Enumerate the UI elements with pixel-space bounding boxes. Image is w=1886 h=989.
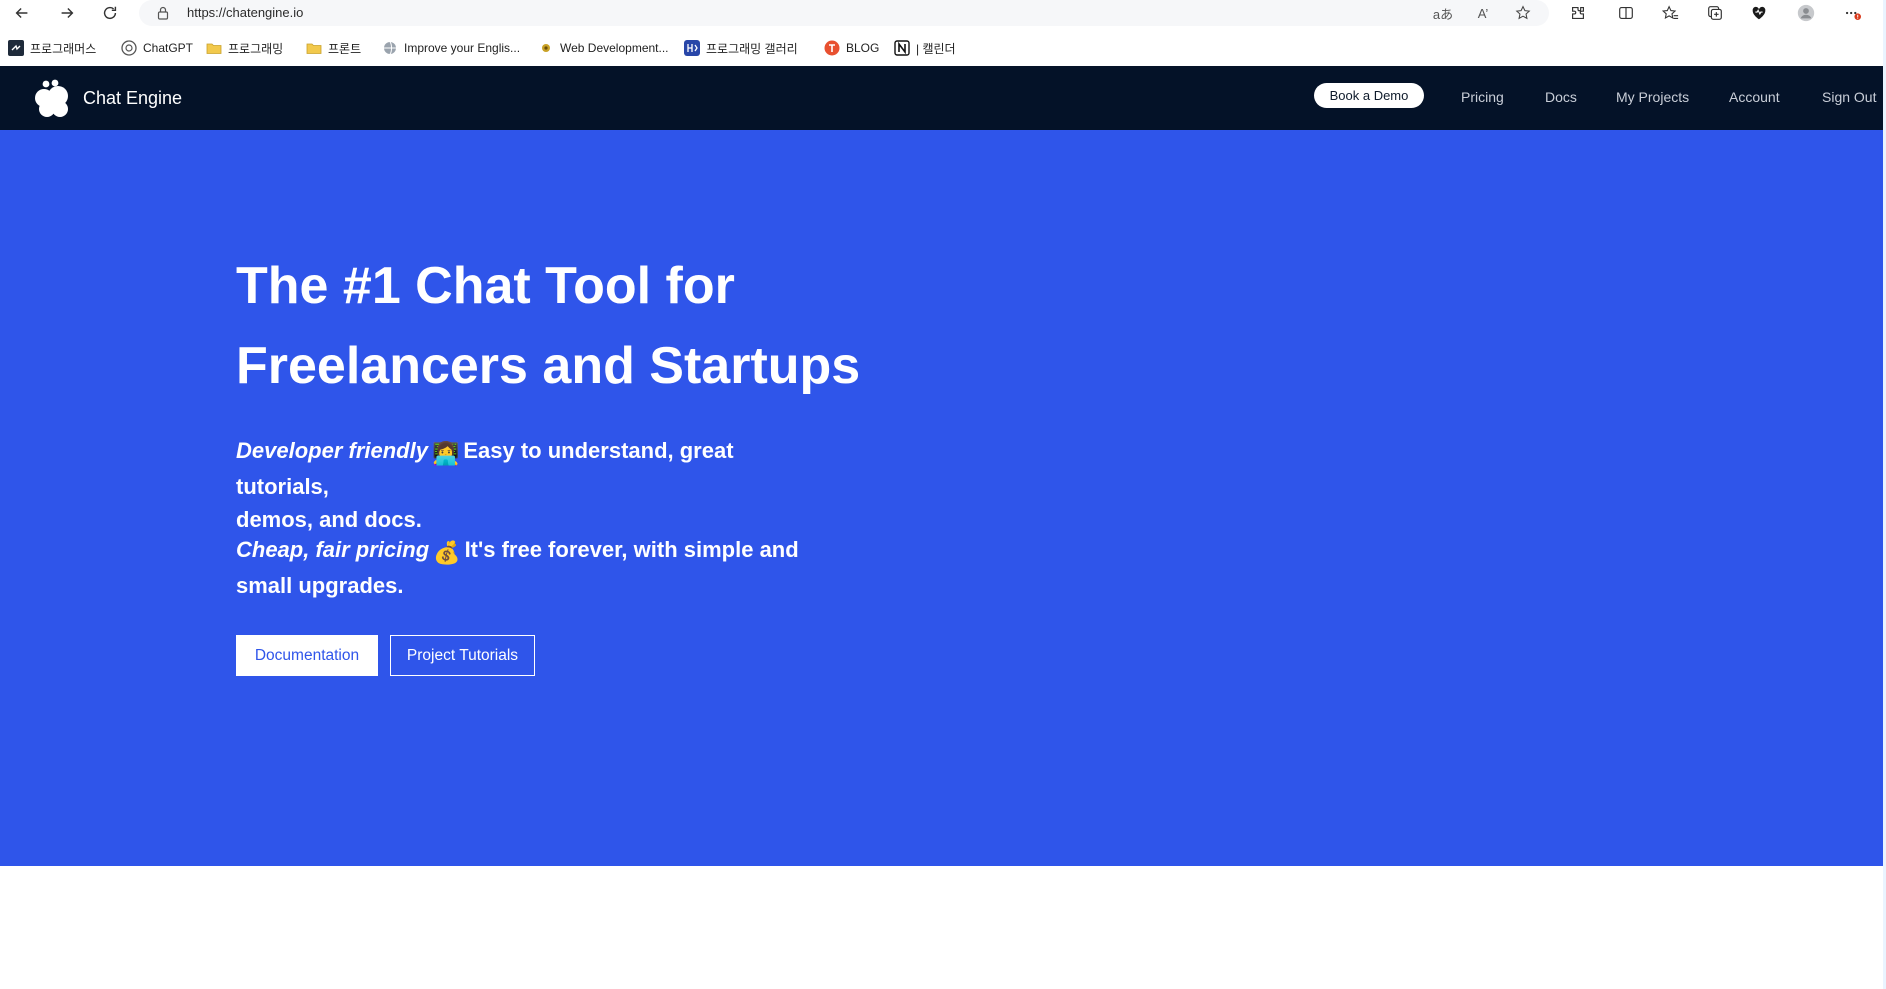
bookmark-label: 프로그래머스 — [30, 41, 97, 56]
notion-icon — [894, 40, 910, 56]
project-tutorials-button[interactable]: Project Tutorials — [390, 635, 535, 676]
chatgpt-icon — [121, 40, 137, 56]
bookmark-label: Improve your Englis... — [404, 41, 521, 55]
nav-docs-link[interactable]: Docs — [1545, 89, 1577, 105]
nav-pricing-link[interactable]: Pricing — [1461, 89, 1504, 105]
bookmarks-bar: 프로그래머스 ChatGPT 프로그래밍 프론트 Improve your En… — [0, 36, 1886, 60]
money-bag-emoji-icon: 💰 — [433, 540, 461, 565]
favorite-star-icon[interactable] — [1512, 3, 1534, 23]
documentation-button[interactable]: Documentation — [236, 635, 378, 676]
chat-engine-logo-icon[interactable] — [30, 76, 74, 120]
gallery-icon — [684, 40, 700, 56]
feature-emphasis: Developer friendly — [236, 438, 428, 463]
feature-emphasis: Cheap, fair pricing — [236, 537, 430, 562]
bookmark-label: 프로그래밍 갤러리 — [706, 41, 798, 56]
browser-toolbar: https://chatengine.io aあ A’ — [0, 0, 1886, 27]
bookmark-label: 프로그래밍 — [228, 41, 284, 56]
technologist-emoji-icon: 👩‍💻 — [431, 441, 460, 466]
bookmark-front-folder[interactable]: 프론트 — [306, 37, 361, 59]
translate-icon[interactable]: aあ — [1432, 3, 1454, 23]
programmers-icon — [8, 40, 24, 56]
refresh-icon[interactable] — [98, 2, 122, 24]
bookmark-blog[interactable]: BLOG — [824, 37, 879, 59]
site-icon — [538, 40, 554, 56]
back-arrow-icon[interactable] — [10, 2, 34, 24]
extensions-icon[interactable] — [1566, 2, 1590, 24]
url-text[interactable]: https://chatengine.io — [187, 5, 303, 20]
nav-my-projects-link[interactable]: My Projects — [1616, 89, 1689, 105]
heart-extension-icon[interactable] — [1747, 2, 1771, 24]
feature-text-line-2: small upgrades. — [236, 573, 404, 598]
bookmark-label: Web Development... — [560, 41, 669, 55]
bookmark-programming-gallery[interactable]: 프로그래밍 갤러리 — [684, 37, 798, 59]
folder-icon — [206, 40, 222, 56]
address-bar[interactable]: https://chatengine.io aあ A’ — [139, 0, 1549, 26]
bookmark-improve-english[interactable]: Improve your Englis... — [382, 37, 520, 59]
bookmark-web-development[interactable]: Web Development... — [538, 37, 669, 59]
nav-sign-out-link[interactable]: Sign Out — [1822, 89, 1876, 105]
site-icon — [382, 40, 398, 56]
profile-avatar-icon[interactable] — [1794, 2, 1818, 24]
feature-developer-friendly: Developer friendly 👩‍💻 Easy to understand,… — [236, 434, 816, 536]
more-menu-icon[interactable] — [1840, 2, 1864, 24]
bookmark-label: | 캘린더 — [916, 41, 956, 56]
split-screen-icon[interactable] — [1614, 2, 1638, 24]
collections-icon[interactable] — [1703, 2, 1727, 24]
site-header: Chat Engine Book a Demo Pricing Docs My … — [0, 66, 1886, 130]
read-aloud-icon[interactable]: A’ — [1472, 3, 1494, 23]
hero-title-line-2: Freelancers and Startups — [236, 337, 861, 395]
folder-icon — [306, 40, 322, 56]
brand-name[interactable]: Chat Engine — [83, 88, 182, 109]
bookmark-label: ChatGPT — [143, 41, 194, 55]
nav-account-link[interactable]: Account — [1729, 89, 1780, 105]
hero-title-line-1: The #1 Chat Tool for — [236, 257, 735, 315]
hero-title: The #1 Chat Tool for Freelancers and Sta… — [236, 246, 936, 406]
bookmark-chatgpt[interactable]: ChatGPT — [121, 37, 193, 59]
bookmark-label: BLOG — [846, 41, 880, 55]
forward-arrow-icon[interactable] — [55, 2, 79, 24]
feature-text-line-1: It's free forever, with simple and — [464, 537, 799, 562]
hero-section: The #1 Chat Tool for Freelancers and Sta… — [0, 130, 1886, 866]
feature-text-line-2: demos, and docs. — [236, 507, 422, 532]
book-demo-button[interactable]: Book a Demo — [1314, 83, 1424, 108]
favorites-icon[interactable] — [1658, 2, 1682, 24]
blog-icon — [824, 40, 840, 56]
bookmark-programmers[interactable]: 프로그래머스 — [8, 37, 96, 59]
bookmark-calendar[interactable]: | 캘린더 — [894, 37, 956, 59]
feature-fair-pricing: Cheap, fair pricing 💰 It's free forever, w… — [236, 533, 816, 602]
lock-icon[interactable] — [155, 5, 171, 21]
bookmark-programming-folder[interactable]: 프로그래밍 — [206, 37, 283, 59]
bookmark-label: 프론트 — [328, 41, 362, 56]
